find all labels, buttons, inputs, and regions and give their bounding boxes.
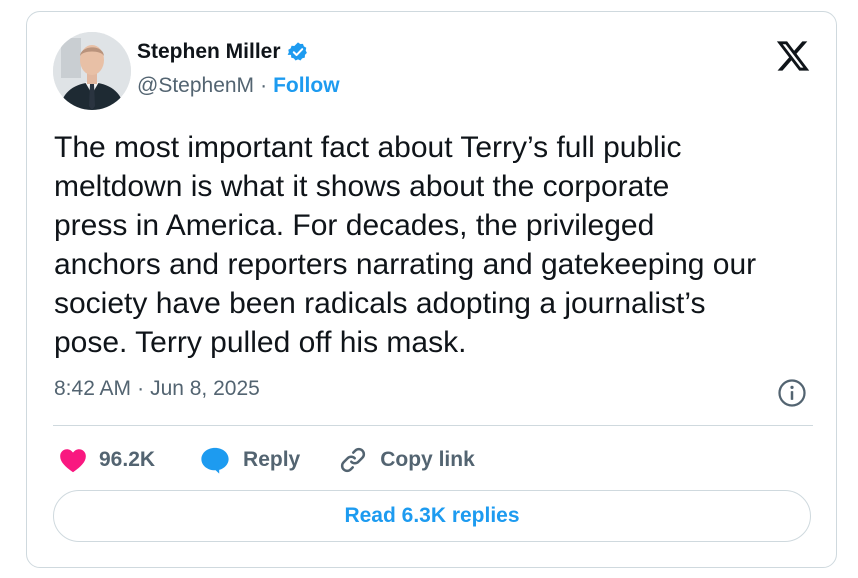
info-icon[interactable] <box>777 378 807 408</box>
author-name[interactable]: Stephen Miller <box>137 40 281 64</box>
copy-link-button[interactable]: Copy link <box>338 445 475 475</box>
tweet-text: The most important fact about Terry’s fu… <box>54 131 757 359</box>
author-handle[interactable]: @StephenM <box>137 74 254 98</box>
reply-button[interactable]: Reply <box>199 446 300 474</box>
author-name-row: Stephen Miller <box>137 40 309 64</box>
verified-badge-icon <box>287 42 307 61</box>
reply-label: Reply <box>243 448 301 471</box>
separator-dot: · <box>137 377 145 400</box>
like-button[interactable]: 96.2K <box>59 447 155 473</box>
tweet-date[interactable]: Jun 8, 2025 <box>150 377 260 401</box>
read-replies-button[interactable]: Read 6.3K replies <box>53 490 811 542</box>
handle-row: @StephenM · Follow <box>137 74 340 98</box>
link-icon <box>341 447 366 473</box>
tweet-card: Stephen Miller @StephenM · Follow The mo… <box>26 11 837 568</box>
tweet-time[interactable]: 8:42 AM <box>54 377 131 401</box>
heart-icon <box>60 449 86 473</box>
copy-link-label: Copy link <box>380 448 475 471</box>
x-logo-icon[interactable] <box>775 38 811 74</box>
divider <box>53 425 813 426</box>
avatar[interactable] <box>53 32 131 110</box>
separator-dot: · <box>260 74 268 97</box>
reply-bubble-icon <box>201 447 229 474</box>
avatar-image <box>53 32 131 110</box>
follow-button[interactable]: Follow <box>273 74 340 98</box>
tweet-timestamp[interactable]: 8:42 AM · Jun 8, 2025 <box>54 377 260 401</box>
action-bar: 96.2K Reply Copy link <box>59 444 475 476</box>
like-count: 96.2K <box>99 448 156 471</box>
